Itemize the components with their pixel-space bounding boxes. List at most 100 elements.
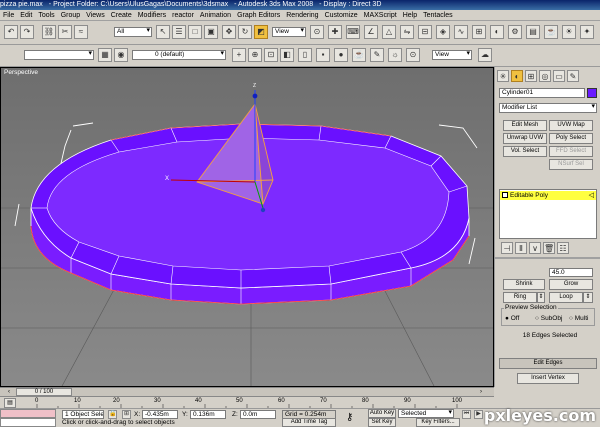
menu-tools[interactable]: Tools (35, 10, 57, 20)
quick-render-icon[interactable]: ☕ (544, 25, 558, 39)
lights-icon[interactable]: ☼ (388, 48, 402, 62)
play-icon[interactable]: ▶ (474, 410, 483, 419)
active-shade-icon[interactable]: ☀ (562, 25, 576, 39)
menu-customize[interactable]: Customize (322, 10, 361, 20)
insert-vertex-button[interactable]: Insert Vertex (517, 373, 579, 384)
utilities-tab-icon[interactable]: ✎ (567, 70, 579, 82)
display-tab-icon[interactable]: ▭ (553, 70, 565, 82)
menu-edit[interactable]: Edit (17, 10, 35, 20)
remove-modifier-icon[interactable]: 🗑 (543, 242, 555, 254)
absolute-mode-icon[interactable]: ⊞ (122, 410, 131, 419)
expand-icon[interactable] (502, 192, 508, 198)
loop-spinner[interactable]: ⇕ (583, 292, 593, 303)
gizmo-y-handle[interactable] (260, 207, 266, 213)
redo-icon[interactable]: ↷ (20, 25, 34, 39)
menu-views[interactable]: Views (83, 10, 108, 20)
visibility-icon[interactable]: ◉ (114, 48, 128, 62)
undo-icon[interactable]: ↶ (4, 25, 18, 39)
menu-group[interactable]: Group (58, 10, 83, 20)
cylinder-icon[interactable]: ▯ (298, 48, 312, 62)
create-tab-icon[interactable]: ✳ (497, 70, 509, 82)
schematic-view-icon[interactable]: ⊞ (472, 25, 486, 39)
menu-file[interactable]: File (0, 10, 17, 20)
x-coordinate-field[interactable]: -0.435m (142, 410, 178, 419)
menu-create[interactable]: Create (108, 10, 135, 20)
preview-multi-radio[interactable]: ○ Multi (569, 315, 588, 322)
ring-button[interactable]: Ring (503, 292, 537, 303)
gizmo-top-handle[interactable] (252, 93, 258, 99)
lock-icon[interactable]: 🔒 (108, 410, 117, 419)
named-selection-dropdown[interactable] (24, 50, 94, 60)
go-to-start-icon[interactable]: ⏮ (462, 410, 471, 419)
show-end-result-icon[interactable]: Ⅱ (515, 242, 527, 254)
keyboard-shortcut-icon[interactable]: ⌨ (346, 25, 360, 39)
scale-icon[interactable]: ◩ (254, 25, 268, 39)
uvw-map-button[interactable]: UVW Map (549, 120, 593, 131)
select-object-icon[interactable]: ↖ (156, 25, 170, 39)
prev-frame-icon[interactable]: ‹ (8, 389, 14, 395)
nsurf-sel-button[interactable]: NSurf Sel (549, 159, 593, 170)
object-name-field[interactable]: Cylinder01 (499, 88, 585, 98)
layers-icon[interactable]: ▦ (98, 48, 112, 62)
shrink-button[interactable]: Shrink (503, 279, 545, 290)
render-setup-icon[interactable]: ⚙ (508, 25, 522, 39)
unwrap-uvw-button[interactable]: Unwrap UVW (503, 133, 547, 144)
configure-modifiers-icon[interactable]: ☷ (557, 242, 569, 254)
menu-maxscript[interactable]: MAXScript (361, 10, 400, 20)
modify-tab-icon[interactable]: ◐ (511, 70, 523, 82)
stack-item-editable-poly[interactable]: Editable Poly ◁ (500, 191, 596, 200)
layer-manager-icon[interactable]: ◈ (436, 25, 450, 39)
make-unique-icon[interactable]: ∨ (529, 242, 541, 254)
paint-icon[interactable]: ✎ (370, 48, 384, 62)
threshold-spinner[interactable]: 45.0 (549, 268, 593, 277)
unlink-icon[interactable]: ✂ (58, 25, 72, 39)
mirror-icon[interactable]: ⇋ (400, 25, 414, 39)
auto-key-button[interactable]: Auto Key (368, 409, 396, 418)
set-current-layer-icon[interactable]: ◧ (280, 48, 294, 62)
select-by-name-icon[interactable]: ☰ (172, 25, 186, 39)
box-icon[interactable]: ▪ (316, 48, 330, 62)
grow-button[interactable]: Grow (549, 279, 593, 290)
preview-subobj-radio[interactable]: ○ SubObj (535, 315, 562, 322)
bind-space-warp-icon[interactable]: ≈ (74, 25, 88, 39)
maxscript-listener-pink[interactable] (0, 409, 56, 418)
ring-spinner[interactable]: ⇕ (537, 292, 545, 303)
layer-dropdown[interactable]: 0 (default) (132, 50, 226, 60)
time-slider[interactable]: ‹ 0 / 100 › (0, 387, 494, 396)
edit-mesh-button[interactable]: Edit Mesh (503, 120, 547, 131)
sphere-icon[interactable]: ● (334, 48, 348, 62)
add-time-tag-button[interactable]: Add Time Tag (282, 418, 336, 427)
perspective-viewport[interactable]: Perspective X Z (0, 67, 494, 387)
menu-tentacles[interactable]: Tentacles (420, 10, 456, 20)
selection-region-icon[interactable]: □ (188, 25, 202, 39)
loop-button[interactable]: Loop (549, 292, 583, 303)
poly-select-button[interactable]: Poly Select (549, 133, 593, 144)
reference-coordinate-dropdown[interactable]: View (272, 27, 306, 37)
move-icon[interactable]: ✥ (222, 25, 236, 39)
vol-select-button[interactable]: Vol. Select (503, 146, 547, 157)
manipulate-icon[interactable]: ✚ (328, 25, 342, 39)
view-dropdown-2[interactable]: View (432, 50, 472, 60)
hierarchy-tab-icon[interactable]: ⊞ (525, 70, 537, 82)
new-layer-icon[interactable]: + (232, 48, 246, 62)
snap-icon[interactable]: ∠ (364, 25, 378, 39)
angle-snap-icon[interactable]: △ (382, 25, 396, 39)
add-to-layer-icon[interactable]: ⊕ (248, 48, 262, 62)
pin-stack-icon[interactable]: ⊣ (501, 242, 513, 254)
selection-filter-dropdown[interactable]: All (114, 27, 152, 37)
teapot-render-icon[interactable]: ☁ (478, 48, 492, 62)
select-layer-icon[interactable]: ⊡ (264, 48, 278, 62)
edit-edges-rollout[interactable]: Edit Edges (499, 358, 597, 369)
z-coordinate-field[interactable]: 0.0m (240, 410, 276, 419)
align-icon[interactable]: ⊟ (418, 25, 432, 39)
link-icon[interactable]: ⛓ (42, 25, 56, 39)
menu-help[interactable]: Help (400, 10, 420, 20)
set-key-button[interactable]: Set Key (368, 418, 396, 427)
menu-modifiers[interactable]: Modifiers (135, 10, 169, 20)
rotate-icon[interactable]: ↻ (238, 25, 252, 39)
camera-icon[interactable]: ⊙ (406, 48, 420, 62)
key-filters-button[interactable]: Key Filters... (416, 418, 460, 427)
menu-rendering[interactable]: Rendering (283, 10, 321, 20)
maxscript-listener-white[interactable] (0, 418, 56, 427)
track-bar[interactable]: ▤ 0 10 20 30 40 50 60 70 80 90 100 (0, 396, 494, 408)
